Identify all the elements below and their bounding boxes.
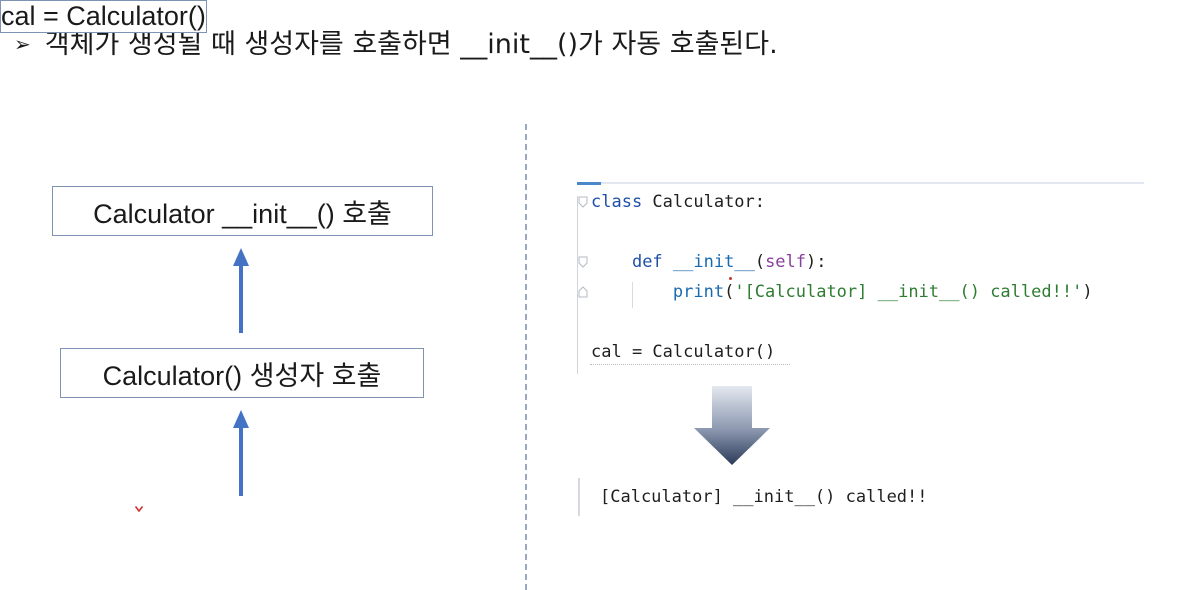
fold-end-marker-icon [578, 286, 588, 298]
breakpoint-dot [729, 277, 732, 280]
warning-underline [590, 364, 790, 365]
output-gutter [578, 478, 580, 516]
dashed-divider [525, 124, 527, 590]
code-line-class: class Calculator: [591, 192, 766, 212]
editor-gutter [577, 196, 578, 374]
fold-marker-icon [578, 196, 588, 208]
down-arrow-icon [694, 386, 770, 465]
editor-tab-line [577, 182, 1144, 185]
arrow-up-icon [233, 248, 249, 333]
arrow-up-icon [233, 410, 249, 496]
code-line-print: print('[Calculator] __init__() called!!'… [672, 282, 1093, 302]
code-line-def: def __init__(self): [631, 252, 827, 272]
code-editor-panel: class Calculator: def __init__(self): pr… [577, 182, 1144, 376]
console-output: [Calculator] __init__() called!! [600, 487, 928, 507]
code-line-instance: cal = Calculator() [591, 342, 776, 362]
fold-marker-icon [578, 256, 588, 268]
